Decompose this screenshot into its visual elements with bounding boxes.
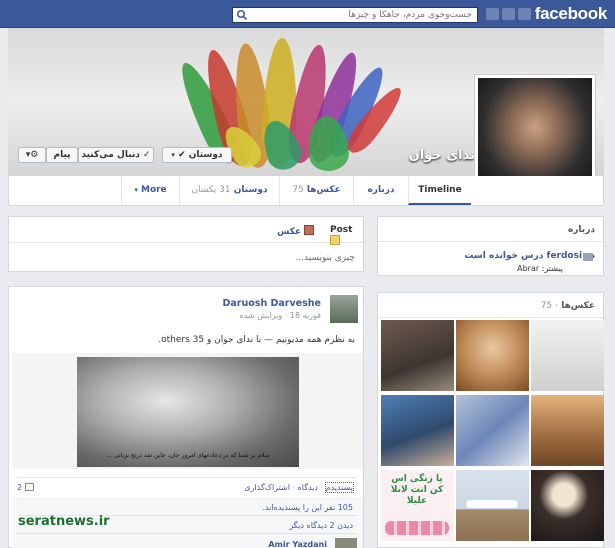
share-icon [24, 483, 34, 491]
post-card: Daruosh Darveshe فوریه 18 · ویرایش شده ب… [8, 286, 364, 548]
post-image-caption: سلام بر شما که در دعادعهای امروز جان، خا… [106, 452, 270, 459]
friends-button[interactable]: دوستان ✔ ▾ [162, 147, 232, 163]
search-input[interactable] [232, 7, 478, 23]
past-text: پیشتر: Abrar [517, 264, 563, 273]
search-icon[interactable] [236, 9, 248, 21]
photo-icon [304, 225, 315, 235]
photo-thumb[interactable] [456, 320, 529, 391]
watermark: seratnews.ir [18, 514, 110, 529]
commenter-name[interactable]: Amir Yazdani [268, 540, 327, 548]
photo-thumb[interactable]: یا زنگی اس کن انت لانلا علیلا [381, 470, 454, 541]
post-tab[interactable]: Post [330, 225, 363, 247]
gear-icon: ⚙ [30, 150, 39, 160]
about-box: درباره در ferdosi درس خوانده است پیشتر: … [377, 216, 604, 276]
post-author[interactable]: Daruosh Darveshe [223, 298, 321, 309]
post-image[interactable]: سلام بر شما که در دعادعهای امروز جان، خا… [77, 357, 299, 467]
view-more-comments[interactable]: دیدن 2 دیدگاه دیگر [289, 521, 353, 530]
photo-thumb[interactable] [456, 395, 529, 466]
composer-input[interactable]: چیزی بنویسید... [295, 253, 355, 263]
composer: Post عکس چیزی بنویسید... [8, 216, 364, 272]
tab-about[interactable]: درباره [353, 176, 408, 205]
following-button[interactable]: ✓ دنبال می‌کنید [78, 147, 154, 163]
settings-gear-button[interactable]: ⚙▾ [18, 147, 46, 163]
photo-thumb[interactable] [531, 395, 604, 466]
commenter-avatar[interactable] [335, 538, 357, 548]
study-text[interactable]: در ferdosi درس خوانده است [464, 251, 595, 261]
tab-more[interactable]: ▾ More [121, 176, 179, 205]
avatar-image [478, 78, 592, 188]
tab-friends[interactable]: دوستان 31 یکسان [179, 176, 279, 205]
photo-caption: یا زنگی اس کن انت لانلا علیلا [390, 474, 444, 506]
author-avatar[interactable] [330, 295, 358, 323]
facebook-logo[interactable]: facebook [535, 4, 608, 24]
tab-timeline[interactable]: Timeline [408, 176, 471, 205]
post-icon [330, 235, 340, 245]
post-text: به نظرم همه مدیونیم — با ندای جوان و 35 … [158, 335, 355, 345]
education-icon [583, 253, 593, 261]
photo-tab[interactable]: عکس [277, 225, 315, 237]
tab-photos[interactable]: عکس‌ها 75 [279, 176, 353, 205]
share-link[interactable]: اشتراک‌گذاری [244, 483, 290, 492]
globe-icon[interactable] [486, 8, 499, 20]
post-meta[interactable]: فوریه 18 · ویرایش شده [240, 311, 322, 320]
profile-nav: Timeline درباره عکس‌ها 75 دوستان 31 یکسا… [8, 176, 604, 206]
message-button[interactable]: پیام [46, 147, 78, 163]
messages-icon[interactable] [518, 8, 531, 20]
post-actions: پسندیدم · دیدگاه · اشتراک‌گذاری [244, 482, 355, 493]
about-title[interactable]: درباره [568, 225, 595, 235]
photo-thumb[interactable] [531, 470, 604, 541]
friend-requests-icon[interactable] [502, 8, 515, 20]
photo-thumb[interactable] [381, 320, 454, 391]
profile-name[interactable]: ندای جوان [409, 148, 475, 163]
like-link[interactable]: پسندیدم [324, 482, 355, 493]
profile-avatar[interactable] [474, 74, 596, 192]
share-count[interactable]: 2 [17, 483, 34, 492]
photos-title[interactable]: عکس‌ها · 75 [541, 301, 595, 311]
photo-thumb[interactable] [531, 320, 604, 391]
photo-thumb[interactable] [381, 395, 454, 466]
top-bar: facebook [0, 0, 615, 28]
photo-thumb[interactable] [456, 470, 529, 541]
photos-box: عکس‌ها · 75 یا زنگی اس کن انت لانلا علیل… [377, 292, 604, 548]
comment-link[interactable]: دیدگاه [298, 483, 318, 492]
likes-summary[interactable]: 105 نفر این را پسندیده‌اند. [262, 503, 353, 512]
